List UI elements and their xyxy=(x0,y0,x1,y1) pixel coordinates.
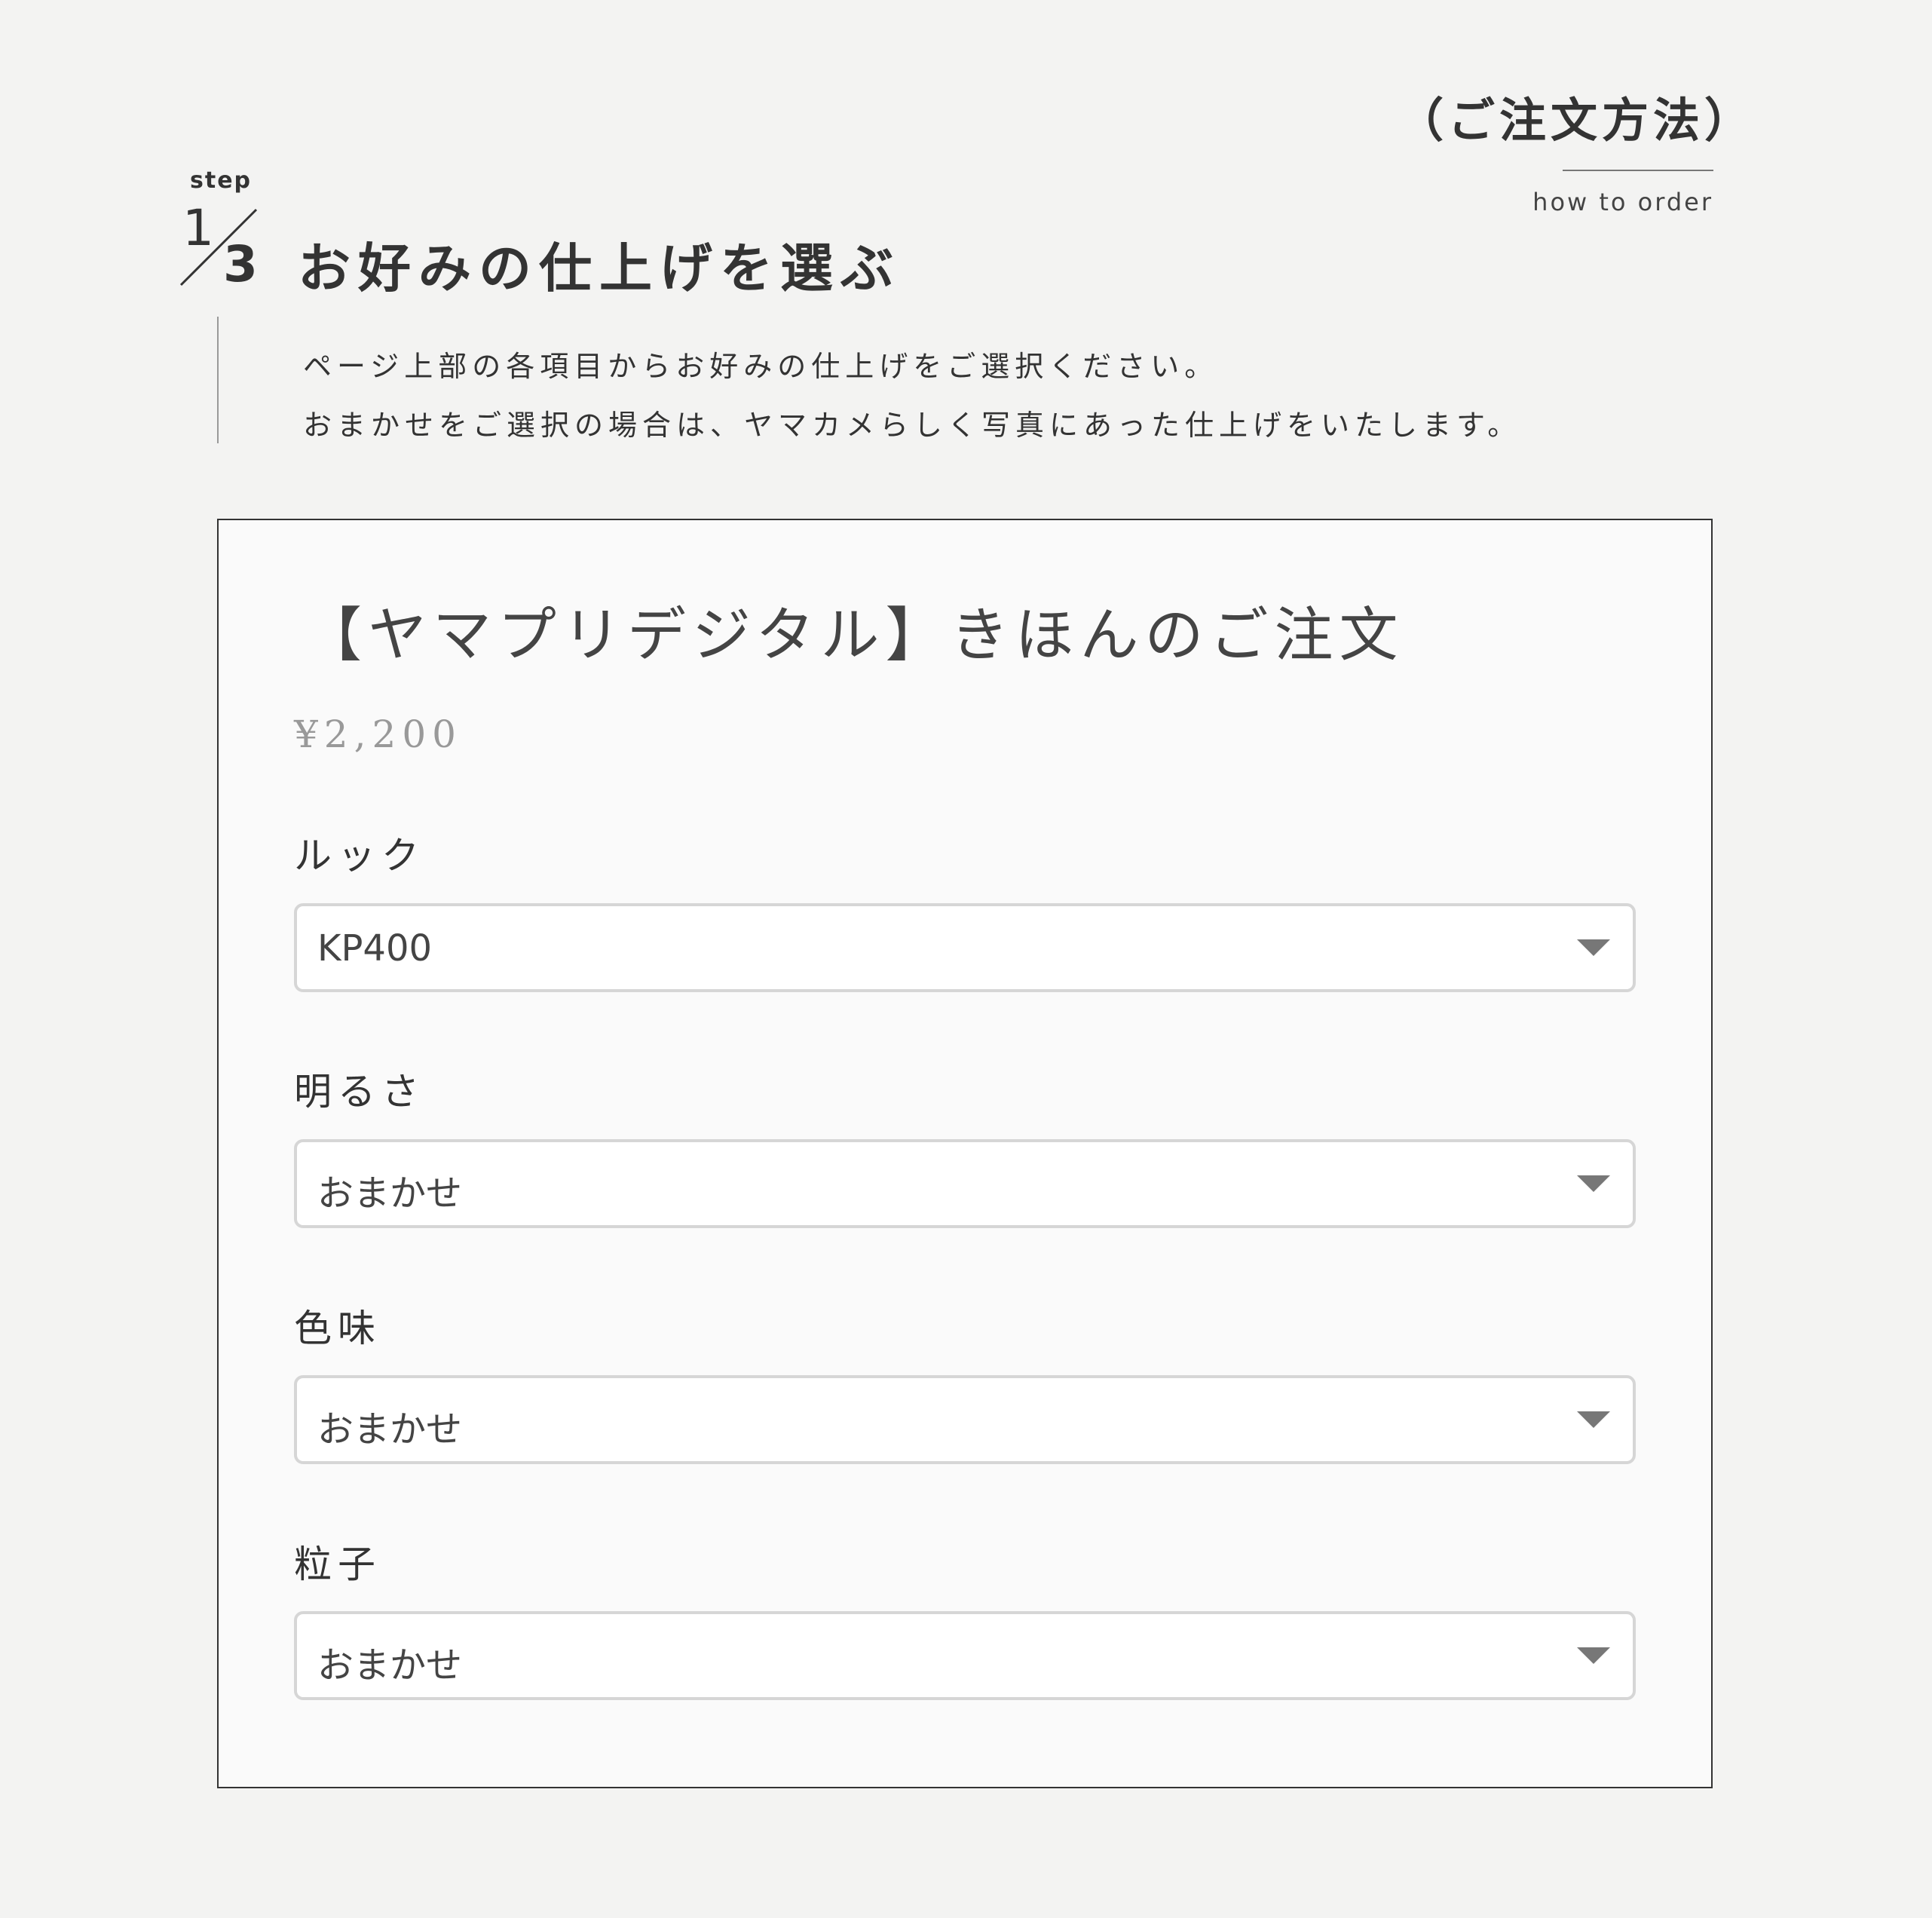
how-to-order-subtitle: how to order xyxy=(1532,188,1713,216)
caret-down-icon xyxy=(1577,1647,1610,1664)
caret-down-icon xyxy=(1577,1411,1610,1428)
color-tone-selected-value: おまかせ xyxy=(317,1408,463,1451)
grain-selected-value: おまかせ xyxy=(317,1644,463,1687)
grain-select[interactable]: おまかせ xyxy=(294,1611,1636,1700)
look-selected-value: KP400 xyxy=(317,927,433,970)
caret-down-icon xyxy=(1577,1175,1610,1192)
brightness-selected-value: おまかせ xyxy=(317,1172,463,1215)
description-line-2: おまかせをご選択の場合は、ヤマカメらしく写真にあった仕上げをいたします。 xyxy=(303,409,1522,442)
how-to-order-title: （ご注文方法） xyxy=(1397,93,1756,148)
step-title: お好みの仕上げを選ぶ xyxy=(298,237,901,299)
caret-down-icon xyxy=(1577,939,1610,956)
product-price: ¥2,200 xyxy=(294,712,462,756)
description-rule xyxy=(217,317,219,443)
step-counter: 1 3 xyxy=(178,204,268,290)
look-label: ルック xyxy=(294,834,425,878)
order-form-card: 【ヤマプリデジタル】きほんのご注文 ¥2,200 ルック KP400 明るさ お… xyxy=(217,519,1713,1788)
look-select[interactable]: KP400 xyxy=(294,903,1636,992)
step-label: step xyxy=(190,167,253,194)
color-tone-label: 色味 xyxy=(294,1307,381,1350)
step-total: 3 xyxy=(223,235,258,293)
brightness-label: 明るさ xyxy=(294,1070,425,1114)
color-tone-select[interactable]: おまかせ xyxy=(294,1375,1636,1464)
product-title: 【ヤマプリデジタル】きほんのご注文 xyxy=(303,602,1404,669)
how-to-order-heading: （ご注文方法） how to order xyxy=(1397,87,1756,216)
description-line-1: ページ上部の各項目からお好みの仕上げをご選択ください。 xyxy=(303,350,1219,383)
brightness-select[interactable]: おまかせ xyxy=(294,1139,1636,1228)
grain-label: 粒子 xyxy=(294,1543,381,1586)
step-current: 1 xyxy=(182,199,214,257)
step-description: ページ上部の各項目からお好みの仕上げをご選択ください。 おまかせをご選択の場合は… xyxy=(303,337,1521,455)
heading-divider xyxy=(1563,170,1713,171)
